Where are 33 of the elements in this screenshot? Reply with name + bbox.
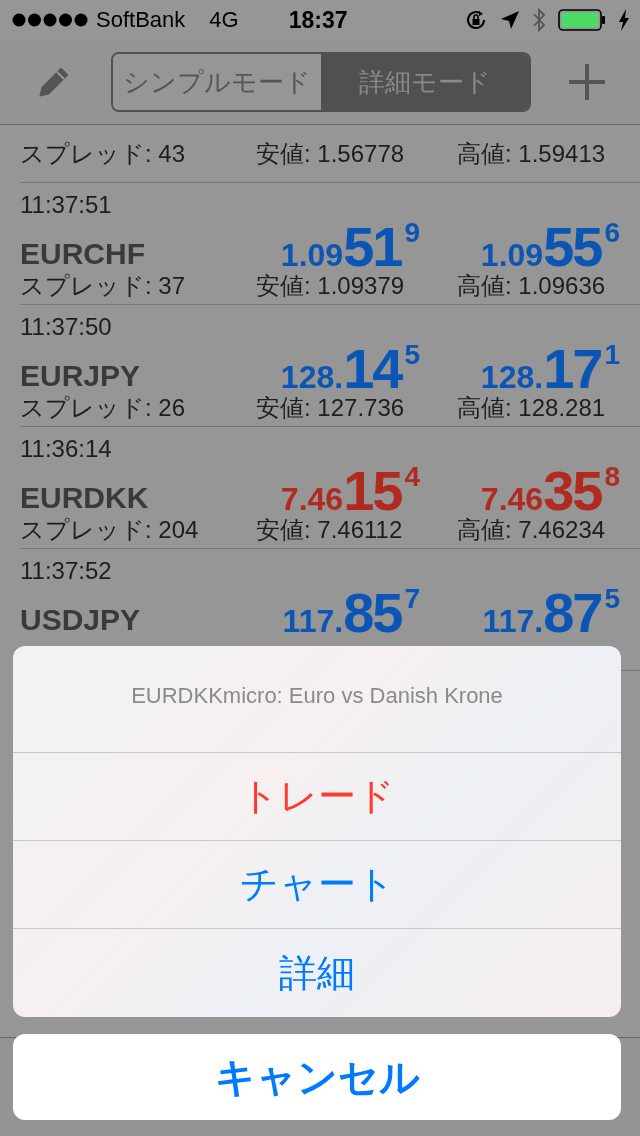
spread-text: スプレッド: 37 — [20, 271, 187, 301]
symbol-name: EURJPY — [20, 359, 142, 394]
clock-time: 18:37 — [288, 6, 348, 34]
battery-icon — [558, 9, 606, 31]
spread-text: スプレッド: 43 — [20, 139, 187, 169]
symbol-name: EURCHF — [20, 237, 146, 272]
symbol-name: EURDKK — [20, 481, 150, 516]
low-price-text: 安値: 1.56778 — [256, 139, 406, 169]
network-type: 4G — [209, 7, 239, 33]
bid-price: 117.85$^{7}$ — [282, 585, 420, 641]
ask-price: 117.87$^{5}$ — [482, 585, 620, 641]
carrier-name: SoftBank — [96, 7, 186, 33]
quote-time: 11:37:51 — [20, 190, 113, 219]
bluetooth-icon — [532, 7, 546, 33]
high-price-text: 高値: 1.59413 — [457, 139, 607, 169]
spread-text: スプレッド: 204 — [20, 515, 200, 545]
plus-icon[interactable] — [567, 62, 607, 102]
rotation-lock-icon — [464, 8, 488, 32]
action-sheet-title: EURDKKmicro: Euro vs Danish Krone — [13, 646, 621, 753]
action-button[interactable]: トレード — [13, 753, 621, 841]
spread-text: スプレッド: 26 — [20, 393, 187, 423]
signal-icon — [12, 13, 88, 27]
action-button[interactable]: チャート — [13, 841, 621, 929]
symbol-name: USDJPY — [20, 603, 142, 638]
pencil-icon[interactable] — [37, 65, 71, 99]
charging-bolt-icon — [618, 9, 630, 31]
mode-tab[interactable]: 詳細モード — [321, 54, 529, 110]
action-button[interactable]: 詳細 — [13, 929, 621, 1017]
cancel-button[interactable]: キャンセル — [13, 1034, 621, 1120]
quote-time: 11:36:14 — [20, 434, 113, 463]
location-arrow-icon — [500, 10, 520, 30]
quote-time: 11:37:50 — [20, 312, 113, 341]
quote-time: 11:37:52 — [20, 556, 113, 585]
